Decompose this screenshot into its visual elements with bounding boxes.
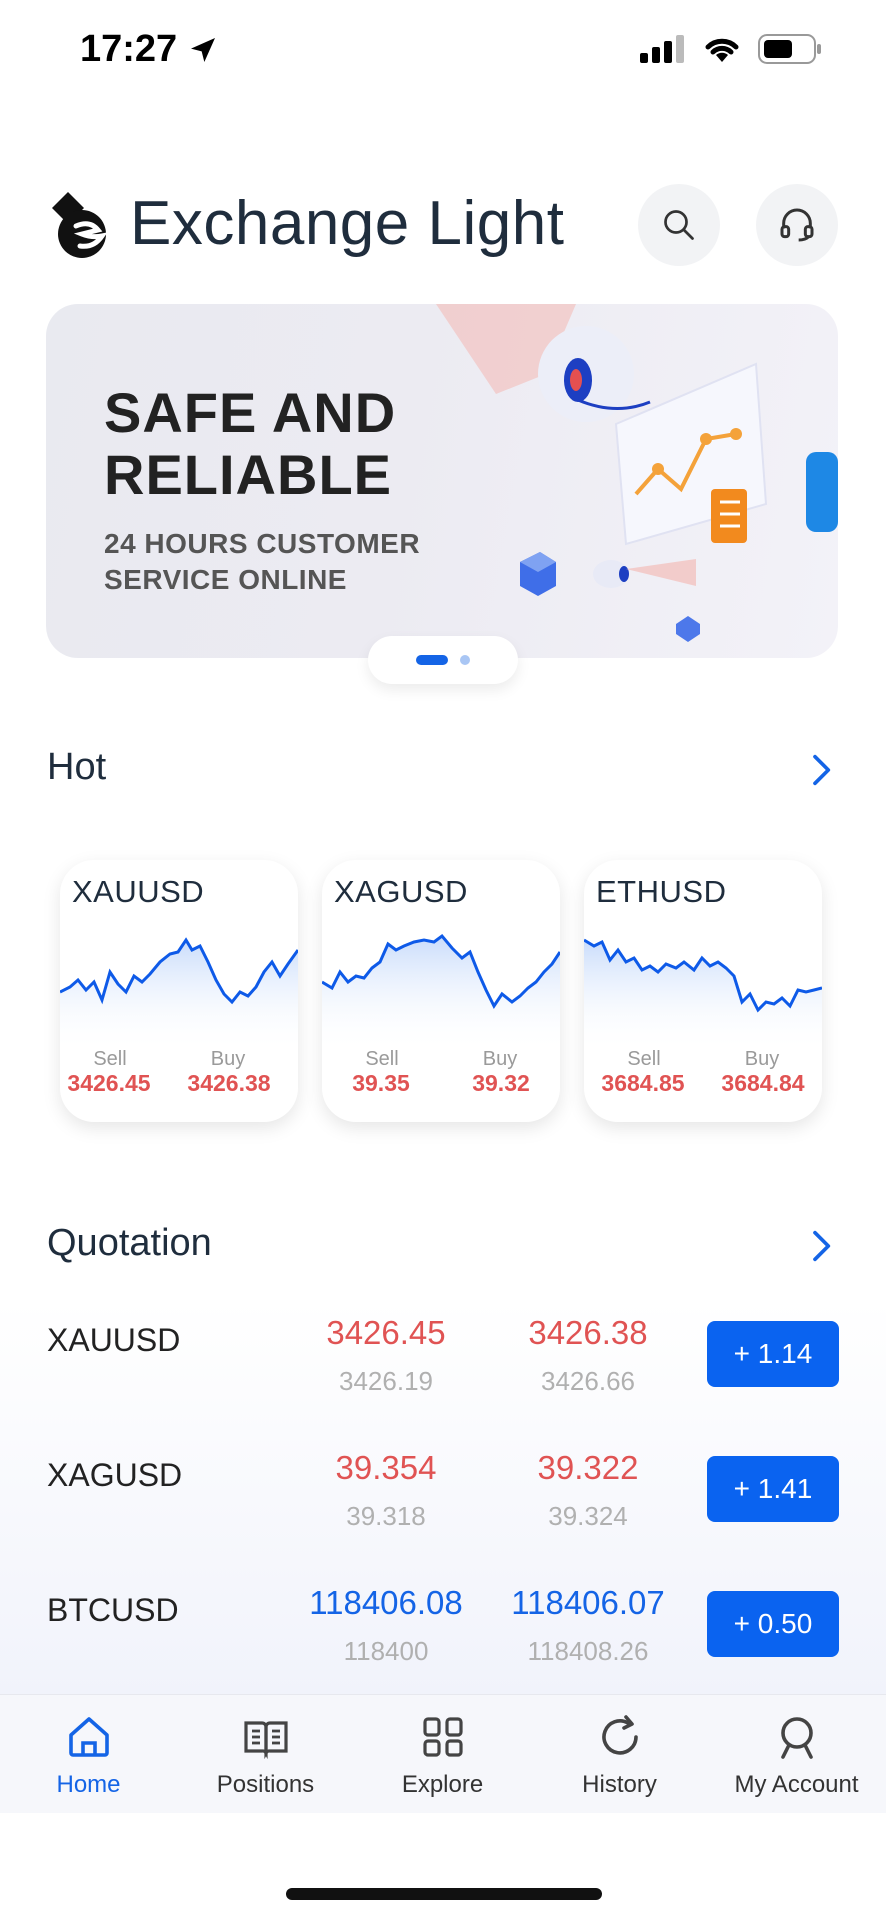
quote-sell-price: 3426.45 [326,1314,446,1351]
nav-item-history[interactable]: History [531,1695,708,1813]
banner-headline-line1: SAFE AND [104,381,397,444]
nav-label-history: History [582,1771,657,1798]
home-indicator[interactable] [286,1888,602,1900]
sell-label: Sell [627,1048,661,1070]
quote-symbol[interactable]: BTCUSD [47,1592,179,1629]
quote-sell-sub: 39.318 [346,1501,426,1531]
quote-buy-sub: 3426.66 [541,1366,635,1396]
quote-buy-sub: 39.324 [548,1501,628,1531]
status-bar-time: 17:27 [80,28,219,71]
buy-label: Buy [210,1048,246,1070]
book-icon [243,1721,288,1760]
app-title: Exchange Light [130,189,565,258]
nav-label-my-account: My Account [734,1771,859,1798]
customer-service-button[interactable] [756,184,838,266]
quote-buy-price: 39.322 [537,1449,639,1486]
nav-item-my-account[interactable]: My Account [708,1695,885,1813]
hot-more-chevron-icon[interactable] [800,750,840,790]
nav-item-home[interactable]: Home [0,1695,177,1813]
refresh-icon [601,1715,638,1755]
sell-price: 3426.45 [67,1070,151,1096]
sell-price: 3684.85 [601,1070,685,1096]
banner-headline: SAFE AND RELIABLE [104,382,396,506]
quote-change-button[interactable]: + 0.50 [707,1591,839,1657]
nav-label-explore: Explore [401,1771,484,1798]
hot-card-sparkline [60,937,298,1052]
sell-label: Sell [93,1048,127,1070]
quote-symbol[interactable]: XAUUSD [47,1322,180,1359]
location-arrow-icon [191,37,216,62]
sell-label: Sell [365,1048,399,1070]
buy-price: 39.32 [472,1070,530,1096]
quote-change-button[interactable]: + 1.41 [707,1456,839,1522]
hot-card-symbol: ETHUSD [596,874,727,909]
banner-subtitle-line2: SERVICE ONLINE [104,564,347,595]
buy-label: Buy [744,1048,780,1070]
hot-section-title: Hot [47,746,107,788]
hot-card-sparkline [584,938,822,1052]
nav-label-positions: Positions [216,1771,315,1798]
hot-card-xagusd[interactable]: XAGUSD Sell Buy 39.35 39.32 [322,860,560,1122]
quote-sell-price: 39.354 [335,1449,437,1486]
wifi-icon [705,38,739,62]
quotation-more-chevron-icon[interactable] [800,1226,840,1266]
quote-sell-sub: 3426.19 [339,1366,433,1396]
home-icon [68,1717,109,1757]
search-icon [664,210,694,240]
headset-icon [780,208,814,242]
nav-label-home: Home [56,1771,121,1798]
sell-price: 39.35 [352,1070,410,1096]
quote-sell-price: 118406.08 [309,1584,463,1621]
pagination-dot-active[interactable] [416,655,448,665]
nav-item-explore[interactable]: Explore [354,1695,531,1813]
hot-card-ethusd[interactable]: ETHUSD Sell Buy 3684.85 3684.84 [584,860,822,1122]
search-button[interactable] [638,184,720,266]
banner-pagination[interactable] [368,636,518,684]
hot-card-symbol: XAGUSD [334,874,468,909]
status-time-text: 17:27 [80,28,178,70]
banner-subtitle-line1: 24 HOURS CUSTOMER [104,528,421,559]
quote-change-button[interactable]: + 1.14 [707,1321,839,1387]
promo-banner[interactable]: SAFE AND RELIABLE 24 HOURS CUSTOMER SERV… [46,304,838,658]
quote-buy-sub: 118408.26 [527,1636,649,1666]
buy-price: 3684.84 [721,1070,805,1096]
bottom-nav: Home Positions Explore History My Accoun… [0,1694,886,1813]
quote-buy-price: 3426.38 [528,1314,648,1351]
grid-icon [422,1717,463,1757]
quote-symbol[interactable]: XAGUSD [47,1457,182,1494]
banner-illustration [436,304,838,642]
buy-label: Buy [482,1048,518,1070]
buy-price: 3426.38 [187,1070,271,1096]
pagination-dot[interactable] [460,655,470,665]
quote-buy-price: 118406.07 [511,1584,665,1621]
status-bar-icons [640,34,822,64]
nav-item-positions[interactable]: Positions [177,1695,354,1813]
hot-card-xauusd[interactable]: XAUUSD Sell Buy 3426.45 3426.38 [60,860,298,1122]
banner-headline-line2: RELIABLE [104,443,392,506]
hot-card-sparkline [322,933,560,1052]
quotation-section-title: Quotation [47,1222,212,1264]
quote-sell-sub: 118400 [343,1636,429,1666]
app-logo [52,192,108,258]
hot-card-symbol: XAUUSD [72,874,205,909]
battery-icon [758,34,821,64]
banner-subtitle: 24 HOURS CUSTOMER SERVICE ONLINE [104,526,420,598]
cellular-signal-icon [640,35,684,63]
user-icon [780,1717,813,1759]
